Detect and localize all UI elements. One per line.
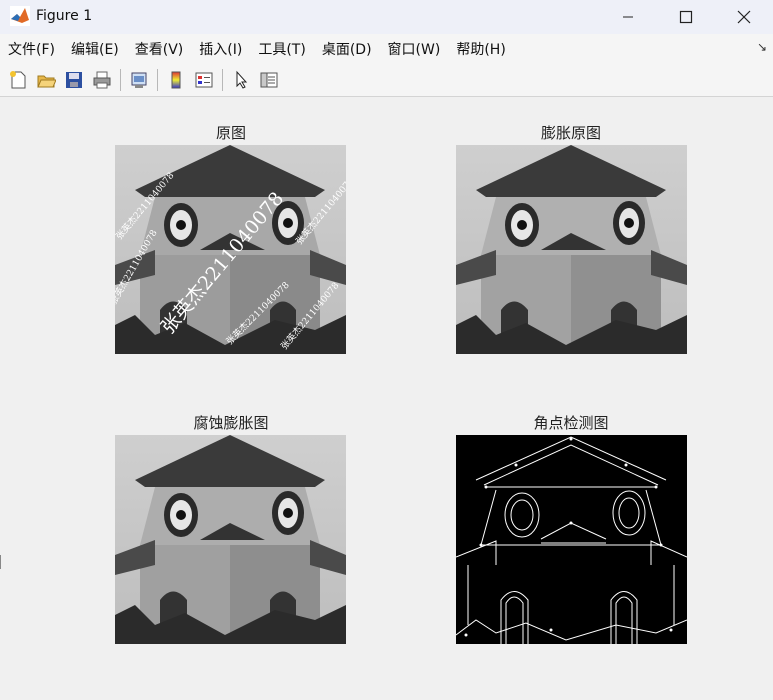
menu-insert[interactable]: 插入(I) <box>191 39 250 59</box>
close-icon <box>737 10 751 24</box>
plot-title-original: 原图 <box>215 124 246 142</box>
figure-canvas[interactable]: 原图 张英杰2211040078 张英杰2211040078 张英杰221104… <box>0 97 773 700</box>
minimize-icon <box>623 16 633 18</box>
link-plot-button[interactable] <box>127 68 151 92</box>
matlab-logo-icon <box>10 6 30 26</box>
print-icon <box>93 71 111 89</box>
canvas-edge-marker <box>0 555 1 569</box>
link-plot-icon <box>131 72 147 88</box>
save-button[interactable] <box>62 68 86 92</box>
menu-help[interactable]: 帮助(H) <box>448 39 513 59</box>
pointer-icon <box>236 70 248 89</box>
original-image[interactable]: 张英杰2211040078 张英杰2211040078 张英杰221104007… <box>115 145 346 354</box>
pointer-button[interactable] <box>229 68 253 92</box>
plot-title-dilated: 膨胀原图 <box>540 124 601 142</box>
print-button[interactable] <box>90 68 114 92</box>
menu-edit[interactable]: 编辑(E) <box>63 39 127 59</box>
menu-file[interactable]: 文件(F) <box>0 39 63 59</box>
dilated-image[interactable] <box>456 145 687 354</box>
title-bar: Figure 1 <box>0 0 773 35</box>
minimize-button[interactable] <box>599 0 657 34</box>
eroded-dilated-image[interactable] <box>115 435 346 644</box>
plot-title-eroded-dilated: 腐蚀膨胀图 <box>193 414 269 432</box>
open-file-button[interactable] <box>34 68 58 92</box>
open-file-icon <box>37 75 56 88</box>
property-editor-icon <box>260 72 278 88</box>
menu-view[interactable]: 查看(V) <box>127 39 192 59</box>
toolbar-separator <box>120 69 121 91</box>
close-button[interactable] <box>715 0 773 34</box>
menu-desktop[interactable]: 桌面(D) <box>314 39 380 59</box>
save-icon <box>66 72 82 88</box>
colorbar-button[interactable] <box>164 68 188 92</box>
plot-title-corner-detection: 角点检测图 <box>533 414 609 432</box>
new-figure-icon <box>10 71 26 89</box>
maximize-button[interactable] <box>657 0 715 34</box>
menu-bar: 文件(F) 编辑(E) 查看(V) 插入(I) 工具(T) 桌面(D) 窗口(W… <box>0 34 773 64</box>
colorbar-icon <box>171 71 181 89</box>
property-editor-button[interactable] <box>257 68 281 92</box>
figure-toolbar <box>0 64 773 97</box>
menu-window[interactable]: 窗口(W) <box>380 39 449 59</box>
legend-button[interactable] <box>192 68 216 92</box>
legend-icon <box>195 72 213 88</box>
new-figure-button[interactable] <box>6 68 30 92</box>
corner-detection-image[interactable] <box>456 435 687 644</box>
window-title: Figure 1 <box>36 8 93 24</box>
maximize-icon <box>679 10 693 24</box>
menu-tools[interactable]: 工具(T) <box>250 39 313 59</box>
toolbar-separator <box>222 69 223 91</box>
dock-arrow-icon[interactable]: ↘ <box>757 40 767 54</box>
toolbar-separator <box>157 69 158 91</box>
